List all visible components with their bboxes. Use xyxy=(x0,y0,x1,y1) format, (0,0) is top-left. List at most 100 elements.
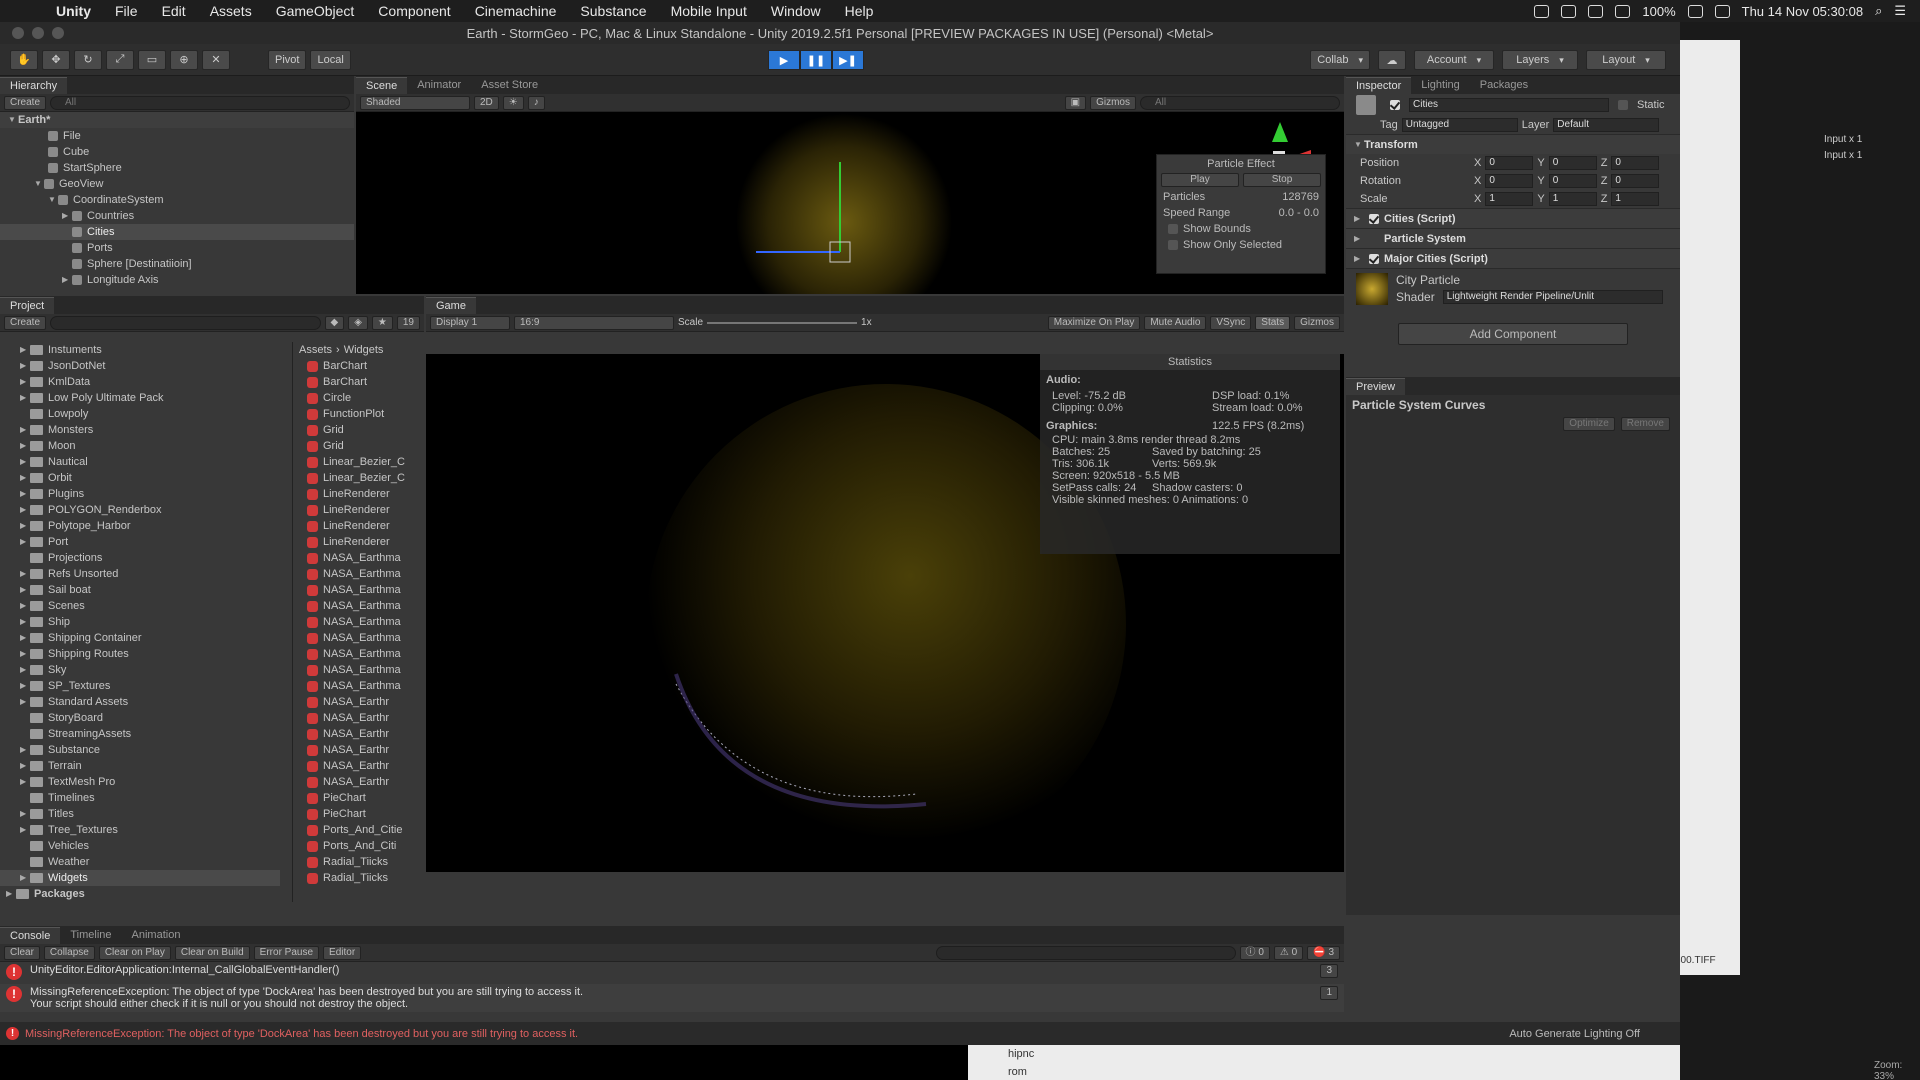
clock[interactable]: Thu 14 Nov 05:30:08 xyxy=(1742,4,1863,19)
collapse-arrow-icon[interactable]: ▶ xyxy=(62,208,72,224)
spotlight-icon[interactable]: ⌕ xyxy=(1875,3,1882,19)
clear-on-play-button[interactable]: Clear on Play xyxy=(98,945,171,960)
tab-packages[interactable]: Packages xyxy=(1470,77,1538,94)
mute-audio-toggle[interactable]: Mute Audio xyxy=(1144,315,1207,330)
asset-item[interactable]: PieChart xyxy=(293,806,424,822)
hierarchy-item[interactable]: ▶ Longitude Axis xyxy=(0,272,354,288)
folder-item[interactable]: ▶ Orbit xyxy=(0,470,280,486)
lock-icon[interactable] xyxy=(1561,4,1577,18)
local-toggle[interactable]: Local xyxy=(310,49,351,70)
folder-item[interactable]: ▶ TextMesh Pro xyxy=(0,774,280,790)
folder-item[interactable]: ▶ Moon xyxy=(0,438,280,454)
asset-item[interactable]: Radial_Tiicks xyxy=(293,870,424,886)
warning-filter-toggle[interactable]: ⚠ 0 xyxy=(1273,945,1304,960)
asset-item[interactable]: Circle xyxy=(293,390,424,406)
clear-on-build-button[interactable]: Clear on Build xyxy=(174,945,250,960)
auto-lighting-status[interactable]: Auto Generate Lighting Off xyxy=(1509,1028,1640,1040)
folder-item-selected[interactable]: ▶ Widgets xyxy=(0,870,280,886)
hierarchy-item[interactable]: ▼ GeoView xyxy=(0,176,354,192)
custom-tool-button[interactable]: ✕ xyxy=(202,49,230,70)
hierarchy-item[interactable]: File xyxy=(0,128,354,144)
tab-animator[interactable]: Animator xyxy=(407,77,471,94)
account-dropdown[interactable]: Account xyxy=(1414,50,1494,70)
tab-scene[interactable]: Scene xyxy=(356,77,408,94)
asset-item[interactable]: NASA_Earthma xyxy=(293,630,424,646)
transform-z-field[interactable]: 1 xyxy=(1611,192,1660,206)
tab-inspector[interactable]: Inspector xyxy=(1346,77,1412,94)
asset-item[interactable]: Ports_And_Citie xyxy=(293,822,424,838)
asset-item[interactable]: LineRenderer xyxy=(293,518,424,534)
folder-item[interactable]: ▶ Plugins xyxy=(0,486,280,502)
stats-toggle[interactable]: Stats xyxy=(1255,315,1291,330)
folder-item[interactable]: ▶ Shipping Routes xyxy=(0,646,280,662)
transform-x-field[interactable]: 1 xyxy=(1485,192,1534,206)
folder-item[interactable]: ▶ Terrain xyxy=(0,758,280,774)
show-only-selected-checkbox[interactable] xyxy=(1168,240,1178,250)
hierarchy-item[interactable]: Cube xyxy=(0,144,354,160)
tab-lighting[interactable]: Lighting xyxy=(1411,77,1470,94)
hierarchy-create-button[interactable]: Create xyxy=(4,95,47,110)
folder-item[interactable]: ▶ Instuments xyxy=(0,342,280,358)
tab-game[interactable]: Game xyxy=(426,297,476,314)
remove-button[interactable]: Remove xyxy=(1620,417,1670,431)
asset-item[interactable]: NASA_Earthma xyxy=(293,646,424,662)
asset-item[interactable]: NASA_Earthma xyxy=(293,550,424,566)
scale-tool-button[interactable]: ⤢ xyxy=(106,49,134,70)
folder-item[interactable]: ▶ Titles xyxy=(0,806,280,822)
tab-timeline[interactable]: Timeline xyxy=(60,927,121,944)
folder-item[interactable]: ▶ Port xyxy=(0,534,280,550)
play-button[interactable]: ▶ xyxy=(768,50,800,70)
asset-item[interactable]: NASA_Earthr xyxy=(293,742,424,758)
error-filter-toggle[interactable]: ⛔ 3 xyxy=(1307,945,1340,960)
status-message[interactable]: MissingReferenceException: The object of… xyxy=(25,1028,578,1040)
expand-arrow-icon[interactable]: ▼ xyxy=(48,192,58,208)
menu-substance[interactable]: Substance xyxy=(568,3,658,19)
hidden-packages-count[interactable]: 19 xyxy=(396,315,420,330)
transform-x-field[interactable]: 0 xyxy=(1485,174,1534,188)
asset-item[interactable]: LineRenderer xyxy=(293,486,424,502)
folder-item[interactable]: ▶ Sail boat xyxy=(0,582,280,598)
asset-item[interactable]: Grid xyxy=(293,438,424,454)
folder-item[interactable]: ▶ Monsters xyxy=(0,422,280,438)
menu-window[interactable]: Window xyxy=(759,3,833,19)
folder-item[interactable]: StoryBoard xyxy=(0,710,280,726)
project-search-input[interactable] xyxy=(50,315,321,330)
particle-play-button[interactable]: Play xyxy=(1161,173,1239,187)
transform-y-field[interactable]: 0 xyxy=(1548,174,1597,188)
show-bounds-checkbox[interactable] xyxy=(1168,224,1178,234)
menu-assets[interactable]: Assets xyxy=(198,3,264,19)
hand-tool-button[interactable]: ✋ xyxy=(10,49,38,70)
hierarchy-item-selected[interactable]: Cities xyxy=(0,224,354,240)
asset-item[interactable]: NASA_Earthr xyxy=(293,710,424,726)
shading-mode-dropdown[interactable]: Shaded xyxy=(360,95,470,110)
asset-item[interactable]: NASA_Earthma xyxy=(293,614,424,630)
folder-item[interactable]: ▶ Low Poly Ultimate Pack xyxy=(0,390,280,406)
asset-item[interactable]: Grid xyxy=(293,422,424,438)
layout-dropdown[interactable]: Layout xyxy=(1586,50,1666,70)
component-particle-system[interactable]: ▶ Particle System xyxy=(1346,228,1680,248)
asset-item[interactable]: NASA_Earthr xyxy=(293,694,424,710)
asset-item[interactable]: NASA_Earthr xyxy=(293,726,424,742)
asset-item[interactable]: LineRenderer xyxy=(293,534,424,550)
active-checkbox[interactable] xyxy=(1390,100,1400,110)
component-enabled-checkbox[interactable] xyxy=(1369,253,1379,264)
tab-console[interactable]: Console xyxy=(0,927,61,944)
folder-item[interactable]: ▶ KmlData xyxy=(0,374,280,390)
menu-cinemachine[interactable]: Cinemachine xyxy=(463,3,569,19)
folder-item[interactable]: ▶ Scenes xyxy=(0,598,280,614)
transform-y-field[interactable]: 1 xyxy=(1548,192,1597,206)
menu-help[interactable]: Help xyxy=(833,3,886,19)
folder-item[interactable]: ▶ Nautical xyxy=(0,454,280,470)
expand-arrow-icon[interactable]: ▼ xyxy=(34,176,44,192)
pause-button[interactable]: ❚❚ xyxy=(800,50,832,70)
cloud-button[interactable]: ☁ xyxy=(1378,50,1406,70)
tab-animation[interactable]: Animation xyxy=(122,927,191,944)
folder-item[interactable]: ▶ Substance xyxy=(0,742,280,758)
hierarchy-item[interactable]: ▼ CoordinateSystem xyxy=(0,192,354,208)
particle-stop-button[interactable]: Stop xyxy=(1243,173,1321,187)
breadcrumb-widgets[interactable]: Widgets xyxy=(344,342,384,358)
menu-component[interactable]: Component xyxy=(366,3,462,19)
asset-item[interactable]: Radial_Tiicks xyxy=(293,854,424,870)
notification-center-icon[interactable]: ☰ xyxy=(1894,3,1906,19)
transform-header[interactable]: ▼ Transform xyxy=(1346,134,1680,154)
